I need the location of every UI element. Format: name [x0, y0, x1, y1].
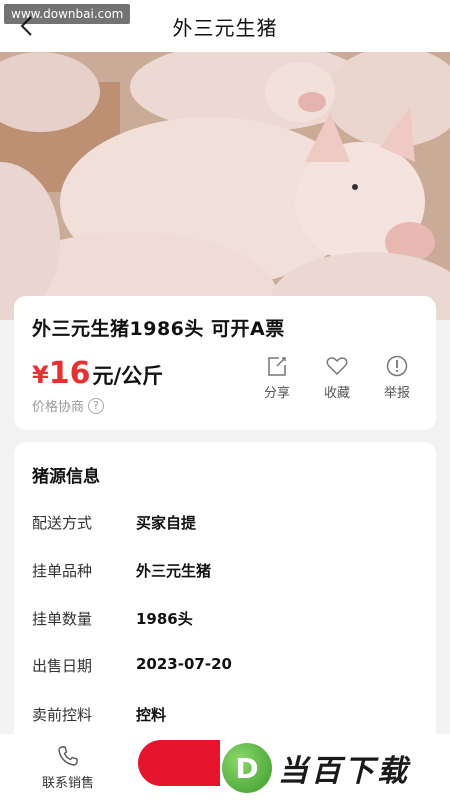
info-label: 挂单数量	[32, 610, 93, 628]
pigs-photo	[0, 52, 450, 320]
product-card: 外三元生猪1986头 可开A票 ¥ 16 元/公斤 价格协商 ? 分享 收藏 举…	[14, 296, 436, 430]
app-header: 外三元生猪 www.downbai.com	[0, 0, 450, 52]
share-icon	[268, 357, 286, 376]
info-row-sale-date: 出售日期 2023-07-20	[32, 655, 232, 676]
phone-icon	[58, 746, 78, 766]
info-value: 买家自提	[136, 514, 197, 532]
contact-sales-label: 联系销售	[41, 776, 94, 791]
logo-text: 当百下载	[278, 754, 410, 789]
report-label: 举报	[383, 386, 410, 401]
product-title: 外三元生猪1986头 可开A票	[32, 318, 285, 340]
favorite-label: 收藏	[323, 386, 350, 401]
info-row-feed-control: 卖前控料 控料	[32, 704, 166, 725]
heart-icon	[326, 357, 348, 376]
info-value: 外三元生猪	[136, 562, 212, 580]
info-heading: 猪源信息	[32, 467, 100, 487]
report-button[interactable]: 举报	[380, 354, 414, 401]
price-unit: 元/公斤	[92, 364, 164, 388]
product-image[interactable]	[0, 52, 450, 320]
info-label: 卖前控料	[32, 706, 93, 724]
info-label: 出售日期	[32, 657, 93, 675]
info-value: 控料	[136, 706, 167, 724]
watermark: www.downbai.com	[4, 4, 131, 24]
pig-source-info-card: 猪源信息 配送方式 买家自提 挂单品种 外三元生猪 挂单数量 1986头 出售日…	[14, 442, 436, 762]
negotiable-label: 价格协商	[32, 400, 85, 415]
contact-sales-button[interactable]: 联系销售	[30, 744, 106, 791]
watermark-logo: D 当百下载	[220, 738, 450, 798]
price-symbol: ¥	[32, 361, 49, 389]
page-title: 外三元生猪	[172, 15, 278, 40]
info-row-quantity: 挂单数量 1986头	[32, 608, 193, 629]
info-label: 挂单品种	[32, 562, 93, 580]
report-icon	[386, 355, 408, 377]
price: ¥ 16 元/公斤	[32, 356, 163, 391]
logo-letter: D	[235, 751, 259, 785]
price-value: 16	[48, 356, 91, 391]
favorite-button[interactable]: 收藏	[320, 354, 354, 401]
info-row-delivery: 配送方式 买家自提	[32, 512, 196, 533]
info-value: 1986头	[136, 610, 193, 628]
product-actions: 分享 收藏 举报	[260, 354, 414, 401]
logo-mark: D	[222, 743, 272, 793]
question-icon[interactable]: ?	[88, 397, 105, 414]
info-row-breed: 挂单品种 外三元生猪	[32, 560, 211, 581]
share-button[interactable]: 分享	[260, 354, 294, 401]
price-negotiable: 价格协商 ?	[32, 396, 105, 415]
info-label: 配送方式	[32, 514, 93, 532]
share-label: 分享	[263, 386, 290, 401]
info-value: 2023-07-20	[136, 655, 232, 673]
